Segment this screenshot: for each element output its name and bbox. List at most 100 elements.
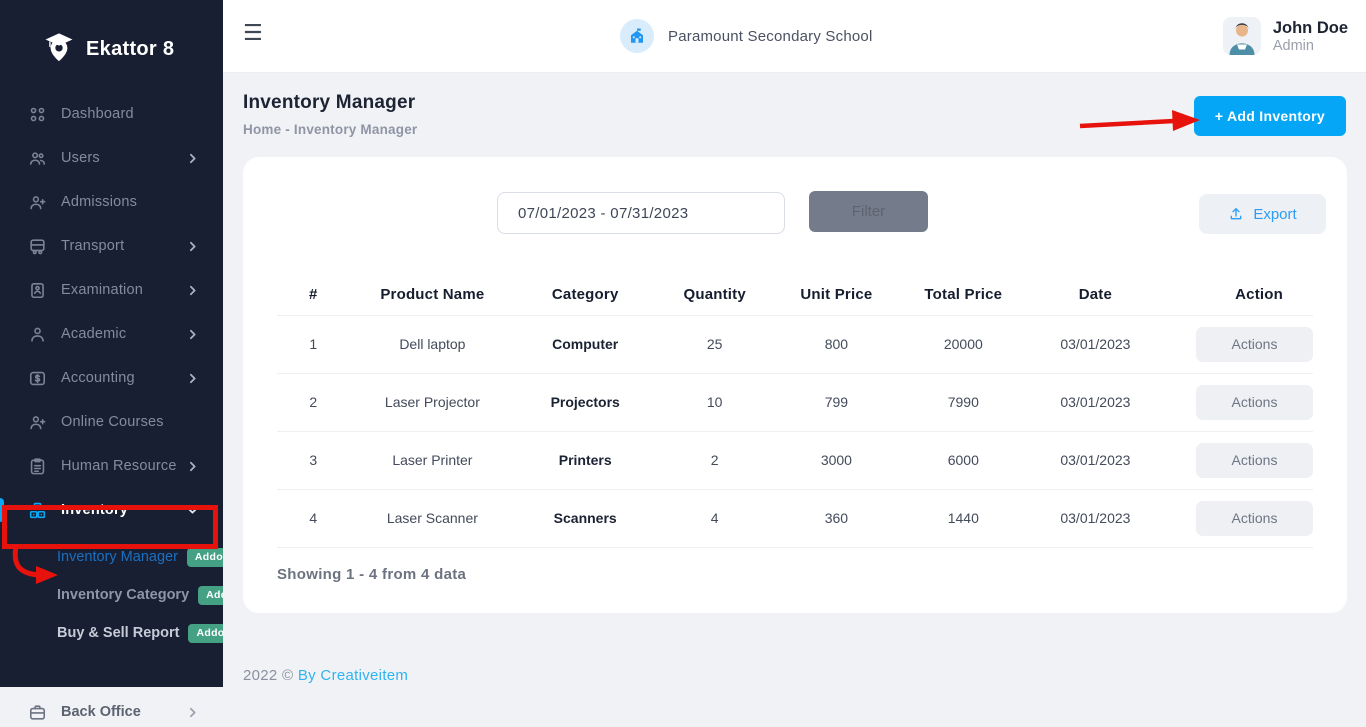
- topbar: ☰ Paramount Secondary School John Doe Ad…: [223, 0, 1366, 73]
- sidebar-item-label: Dashboard: [61, 106, 134, 122]
- cell-date: 03/01/2023: [1028, 489, 1163, 547]
- graduation-pin-icon: [42, 30, 76, 68]
- sidebar-menu: Dashboard Users Admissions Transport Examina…: [0, 92, 223, 532]
- date-range-input[interactable]: [497, 192, 785, 234]
- clipboard-icon: [28, 457, 47, 476]
- cell-num: 1: [277, 315, 350, 373]
- cell-product: Laser Scanner: [350, 489, 516, 547]
- cell-quantity: 10: [655, 373, 774, 431]
- chevron-right-icon: [186, 706, 199, 719]
- sidebar-item-label: Users: [61, 150, 100, 166]
- user-profile[interactable]: John Doe Admin: [1223, 17, 1348, 55]
- sidebar-item-label: Transport: [61, 238, 124, 254]
- main-content: Inventory Manager Home - Inventory Manag…: [223, 73, 1366, 727]
- sidebar-dark-panel: Ekattor 8 Dashboard Users Admissions Transp…: [0, 0, 223, 687]
- cell-unit-price: 360: [774, 489, 898, 547]
- grid-icon: [28, 105, 47, 124]
- chevron-right-icon: [186, 152, 199, 165]
- cell-total-price: 1440: [899, 489, 1029, 547]
- addon-badge: Addon: [198, 586, 223, 605]
- column-header-product-name: Product Name: [350, 275, 516, 315]
- cell-total-price: 20000: [899, 315, 1029, 373]
- brand-name: Ekattor 8: [86, 38, 174, 61]
- column-header-quantity: Quantity: [655, 275, 774, 315]
- submenu-item-inventory-category[interactable]: Inventory Category Addon: [0, 576, 223, 614]
- person-plus-icon: [28, 413, 47, 432]
- sidebar-item-label: Human Resource: [61, 458, 177, 474]
- page-title: Inventory Manager: [243, 92, 415, 114]
- sidebar-item-admissions[interactable]: Admissions: [0, 180, 223, 224]
- hamburger-menu-icon[interactable]: ☰: [243, 22, 263, 44]
- sidebar-item-label: Admissions: [61, 194, 137, 210]
- sidebar-item-human-resource[interactable]: Human Resource: [0, 444, 223, 488]
- cell-unit-price: 800: [774, 315, 898, 373]
- dollar-icon: [28, 369, 47, 388]
- boxes-icon: [28, 501, 47, 520]
- filter-button[interactable]: Filter: [809, 191, 928, 232]
- brand-logo[interactable]: Ekattor 8: [0, 0, 223, 92]
- cell-action: Actions: [1163, 431, 1313, 489]
- footer-credit-link[interactable]: By Creativeitem: [298, 667, 408, 684]
- table-row: 1Dell laptopComputer258002000003/01/2023…: [277, 315, 1313, 373]
- school-name: Paramount Secondary School: [668, 28, 873, 45]
- cell-date: 03/01/2023: [1028, 315, 1163, 373]
- row-actions-button[interactable]: Actions: [1196, 443, 1313, 478]
- chevron-right-icon: [186, 328, 199, 341]
- sidebar-item-inventory[interactable]: Inventory: [0, 488, 223, 532]
- submenu-item-inventory-manager[interactable]: Inventory ManagerAddon: [0, 538, 223, 576]
- sidebar-item-users[interactable]: Users: [0, 136, 223, 180]
- add-inventory-button[interactable]: + Add Inventory: [1194, 96, 1346, 136]
- sidebar-item-accounting[interactable]: Accounting: [0, 356, 223, 400]
- inventory-card: Filter Export #Product NameCategoryQuant…: [243, 157, 1347, 613]
- cell-action: Actions: [1163, 373, 1313, 431]
- submenu-item-label: Inventory Category: [57, 587, 189, 603]
- cell-num: 3: [277, 431, 350, 489]
- sidebar: Ekattor 8 Dashboard Users Admissions Transp…: [0, 0, 223, 727]
- cell-product: Dell laptop: [350, 315, 516, 373]
- row-actions-button[interactable]: Actions: [1196, 385, 1313, 420]
- breadcrumb-home[interactable]: Home: [243, 122, 281, 137]
- sidebar-item-label: Examination: [61, 282, 143, 298]
- column-header-date: Date: [1028, 275, 1163, 315]
- cell-num: 4: [277, 489, 350, 547]
- submenu-item-label: Buy & Sell Report: [57, 625, 179, 641]
- addon-badge: Addon: [188, 624, 223, 643]
- export-button[interactable]: Export: [1199, 194, 1326, 234]
- school-building-icon: [620, 19, 654, 53]
- cell-category: Printers: [515, 431, 655, 489]
- table-row: 2Laser ProjectorProjectors10799799003/01…: [277, 373, 1313, 431]
- cell-unit-price: 799: [774, 373, 898, 431]
- chevron-right-icon: [186, 240, 199, 253]
- footer-year: 2022 ©: [243, 667, 298, 684]
- row-actions-button[interactable]: Actions: [1196, 327, 1313, 362]
- column-header-total-price: Total Price: [899, 275, 1029, 315]
- sidebar-item-label: Back Office: [61, 704, 141, 720]
- cell-quantity: 4: [655, 489, 774, 547]
- column-header-action: Action: [1163, 275, 1313, 315]
- sidebar-item-online-courses[interactable]: Online Courses: [0, 400, 223, 444]
- sidebar-item-label: Inventory: [61, 502, 128, 518]
- cell-quantity: 25: [655, 315, 774, 373]
- submenu-item-buy-sell-report[interactable]: Buy & Sell Report Addon: [0, 614, 223, 652]
- cell-num: 2: [277, 373, 350, 431]
- sidebar-item-dashboard[interactable]: Dashboard: [0, 92, 223, 136]
- user-role: Admin: [1273, 38, 1348, 54]
- sidebar-item-transport[interactable]: Transport: [0, 224, 223, 268]
- cell-date: 03/01/2023: [1028, 373, 1163, 431]
- sidebar-item-academic[interactable]: Academic: [0, 312, 223, 356]
- sidebar-item-label: Academic: [61, 326, 126, 342]
- table-header: #Product NameCategoryQuantityUnit PriceT…: [277, 275, 1313, 315]
- user-name: John Doe: [1273, 18, 1348, 39]
- row-actions-button[interactable]: Actions: [1196, 501, 1313, 536]
- school-selector: Paramount Secondary School: [620, 19, 873, 53]
- chevron-right-icon: [186, 460, 199, 473]
- breadcrumb-current: Inventory Manager: [294, 122, 417, 137]
- chevron-right-icon: [186, 372, 199, 385]
- sidebar-item-examination[interactable]: Examination: [0, 268, 223, 312]
- submenu-item-label: Inventory Manager: [57, 549, 178, 565]
- avatar: [1223, 17, 1261, 55]
- chevron-right-icon: [186, 284, 199, 297]
- person-plus-icon: [28, 193, 47, 212]
- sidebar-item-back-office[interactable]: Back Office: [0, 695, 223, 727]
- footer: 2022 © By Creativeitem: [243, 667, 408, 684]
